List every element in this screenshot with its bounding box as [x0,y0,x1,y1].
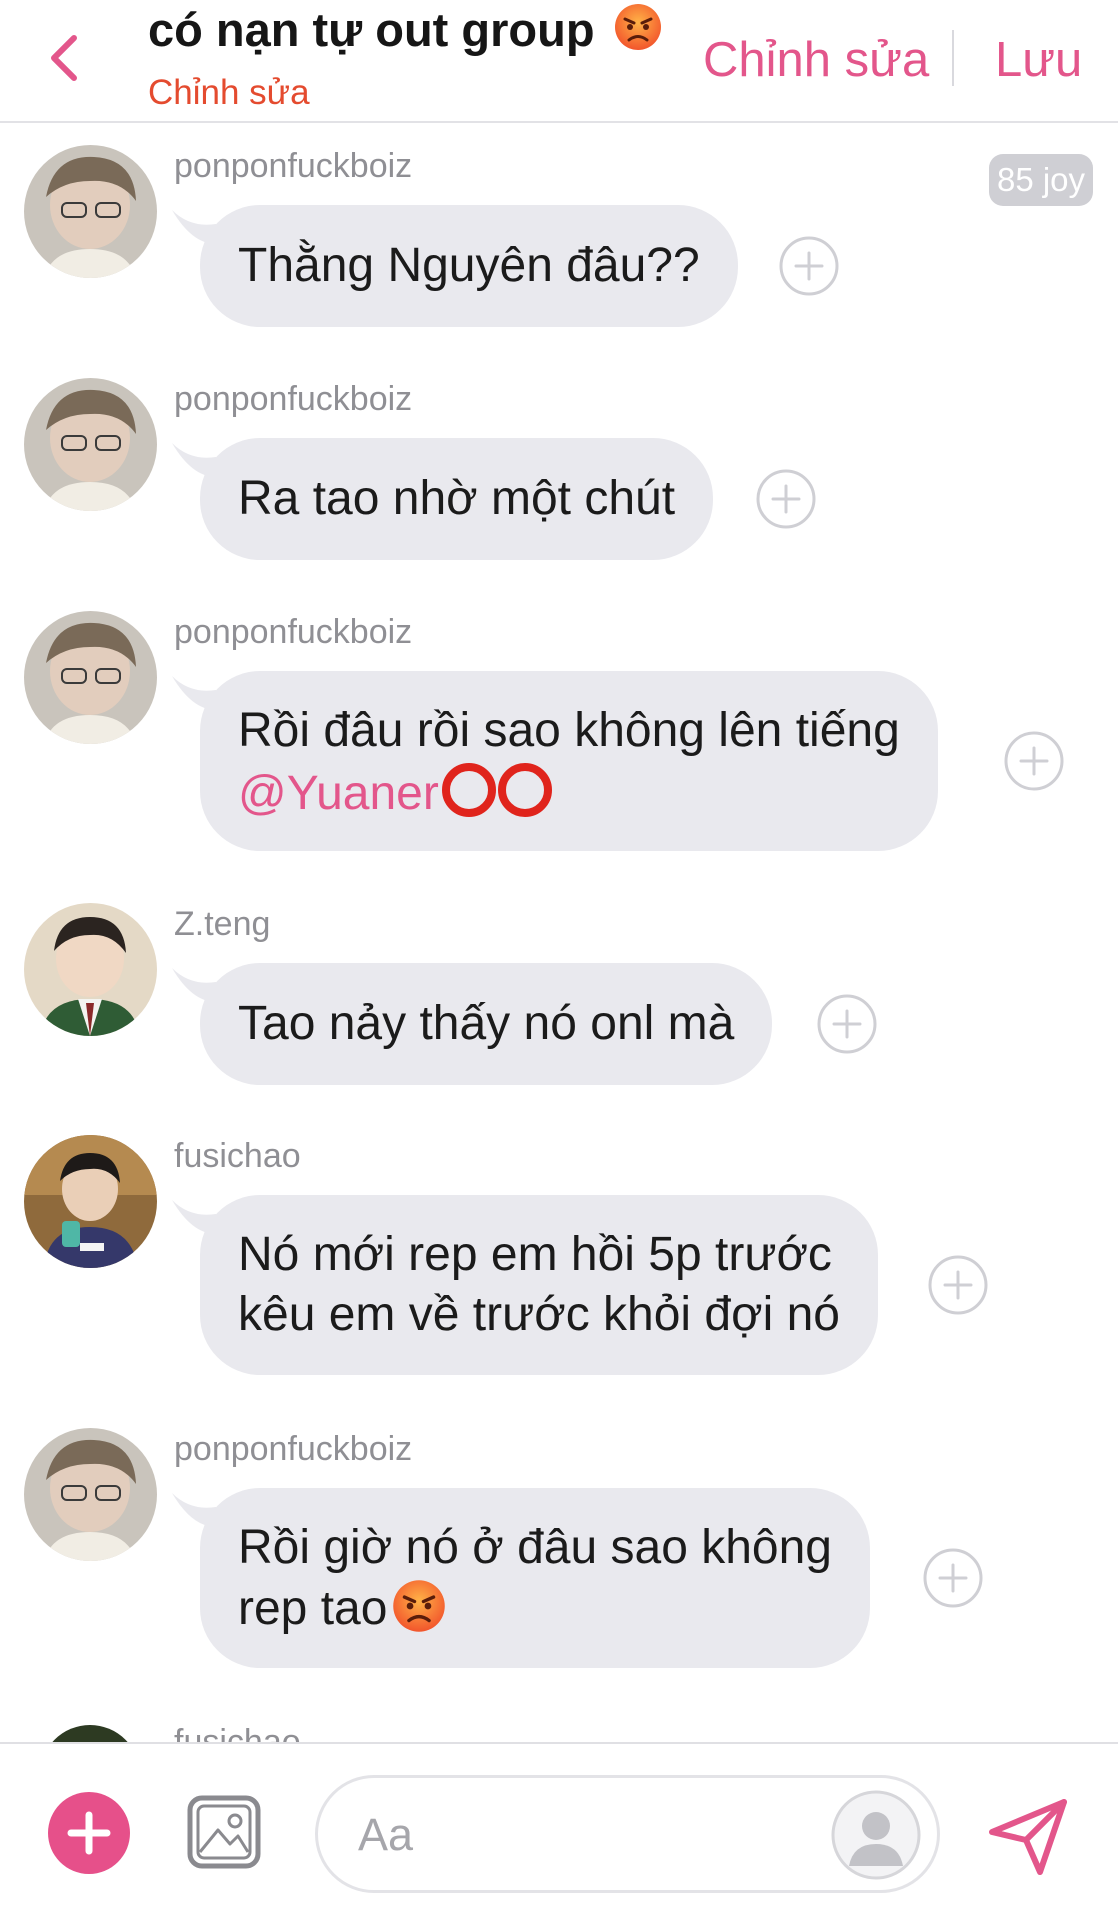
username: ponponfuckboiz [174,613,413,651]
user-avatar-icon [24,378,157,511]
avatar[interactable] [24,1428,157,1561]
message-text-line: rep tao [238,1578,832,1639]
message-item: ponponfuckboiz Thằng Nguyên đâu?? [0,125,1118,355]
header-divider [952,30,954,86]
sticker-avatar-icon [831,1790,921,1880]
avatar[interactable] [24,1135,157,1268]
send-button[interactable] [986,1794,1070,1878]
plus-circle-icon [923,1548,983,1608]
username: Z.teng [174,905,271,943]
chat-title: có nạn tự out group [148,2,663,57]
message-item: ponponfuckboiz Rồi giờ nó ở đâu sao khôn… [0,1408,1118,1698]
message-bubble[interactable]: Rồi đâu rồi sao không lên tiếng @Yuaner [200,671,938,851]
mention-link[interactable]: @Yuaner [238,767,439,820]
message-item: Z.teng Tao nảy thấy nó onl mà [0,883,1118,1113]
sticker-button[interactable] [831,1790,921,1880]
message-item: fusichao Nó mới rep em hồi 5p trước kêu … [0,1115,1118,1405]
edit-button[interactable]: Chỉnh sửa [703,32,929,88]
user-avatar-icon [24,1135,157,1268]
plus-icon [48,1792,130,1874]
avatar[interactable] [24,378,157,511]
add-reaction-button[interactable] [778,235,840,297]
save-button[interactable]: Lưu [995,32,1082,88]
message-input[interactable] [358,1804,778,1866]
user-avatar-icon [24,1428,157,1561]
send-icon [989,1799,1067,1875]
user-avatar-icon [24,611,157,744]
red-circle-icon [441,763,552,817]
user-avatar-icon [24,903,157,1036]
chat-header: có nạn tự out group Chỉnh sửa Chỉnh sửa … [0,0,1118,123]
message-text: Tao nảy thấy nó onl mà [238,997,735,1050]
add-reaction-button[interactable] [755,468,817,530]
add-reaction-button[interactable] [816,993,878,1055]
angry-face-icon [614,4,661,50]
message-item: ponponfuckboiz Rồi đâu rồi sao không lên… [0,591,1118,881]
message-item: ponponfuckboiz Ra tao nhờ một chút [0,358,1118,588]
chat-screen: có nạn tự out group Chỉnh sửa Chỉnh sửa … [0,0,1118,1920]
joy-badge: 85 joy [989,154,1093,206]
message-bubble[interactable]: Nó mới rep em hồi 5p trước kêu em về trư… [200,1195,878,1375]
plus-circle-icon [928,1255,988,1315]
message-text-line: Rồi đâu rồi sao không lên tiếng [238,704,900,757]
avatar[interactable] [24,611,157,744]
message-text-line: @Yuaner [238,761,900,824]
message-text-line: Rồi giờ nó ở đâu sao không [238,1521,832,1574]
add-reaction-button[interactable] [927,1254,989,1316]
message-text: rep tao [238,1582,388,1635]
add-attachment-button[interactable] [47,1791,131,1875]
chat-subtitle: Chỉnh sửa [148,73,310,112]
message-text: Thằng Nguyên đâu?? [238,239,700,292]
message-text-line: Nó mới rep em hồi 5p trước [238,1228,832,1281]
avatar[interactable] [24,145,157,278]
avatar[interactable] [24,903,157,1036]
message-bubble[interactable]: Ra tao nhờ một chút [200,438,714,560]
plus-circle-icon [1004,731,1064,791]
image-icon [187,1795,261,1869]
username: ponponfuckboiz [174,1430,413,1468]
username: ponponfuckboiz [174,147,413,185]
back-button[interactable] [40,28,90,88]
user-avatar-icon [24,145,157,278]
add-reaction-button[interactable] [1003,730,1065,792]
image-button[interactable] [186,1794,262,1870]
plus-circle-icon [817,994,877,1054]
message-composer [0,1742,1118,1920]
message-bubble[interactable]: Rồi giờ nó ở đâu sao không rep tao [200,1488,870,1668]
plus-circle-icon [779,236,839,296]
username: ponponfuckboiz [174,380,413,418]
message-text-line: kêu em về trước khỏi đợi nó [238,1288,840,1341]
chat-title-text: có nạn tự out group [148,3,595,56]
plus-circle-icon [756,469,816,529]
username: fusichao [174,1137,301,1175]
message-list[interactable]: ponponfuckboiz Thằng Nguyên đâu?? ponpon… [0,125,1118,1742]
angry-face-icon [393,1580,446,1632]
message-bubble[interactable]: Tao nảy thấy nó onl mà [200,963,773,1085]
add-reaction-button[interactable] [922,1547,984,1609]
message-input-container [315,1775,940,1893]
message-text: Ra tao nhờ một chút [238,472,676,525]
chevron-left-icon [51,35,77,81]
message-bubble[interactable]: Thằng Nguyên đâu?? [200,205,738,327]
